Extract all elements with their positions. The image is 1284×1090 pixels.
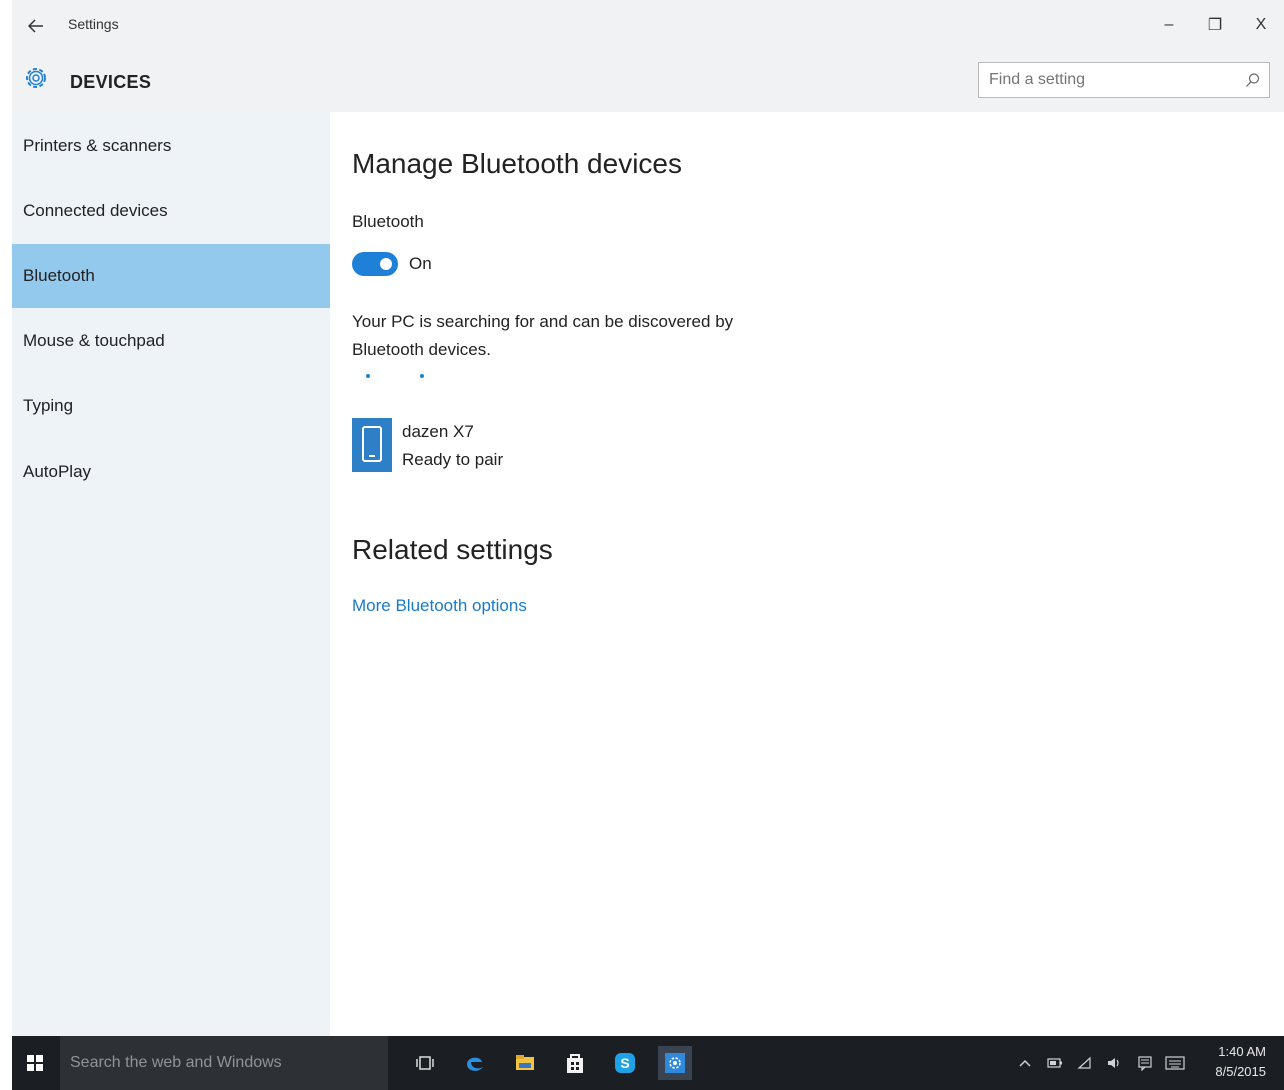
start-button[interactable] bbox=[18, 1046, 52, 1080]
task-view-button[interactable] bbox=[408, 1046, 442, 1080]
wifi-icon[interactable] bbox=[1076, 1054, 1094, 1072]
device-tile bbox=[352, 418, 392, 472]
sidebar-item-typing[interactable]: Typing bbox=[12, 374, 330, 438]
file-explorer-button[interactable] bbox=[508, 1046, 542, 1080]
toggle-state-label: On bbox=[409, 254, 432, 273]
minimize-button[interactable]: – bbox=[1152, 10, 1186, 40]
bluetooth-toggle[interactable] bbox=[352, 252, 398, 276]
search-icon[interactable] bbox=[1245, 72, 1261, 88]
device-name: dazen X7 bbox=[402, 422, 474, 441]
progress-dot bbox=[366, 374, 370, 378]
battery-icon[interactable] bbox=[1046, 1054, 1064, 1072]
section-heading: Manage Bluetooth devices bbox=[352, 148, 682, 179]
close-button[interactable]: X bbox=[1244, 10, 1278, 40]
folder-icon bbox=[516, 1055, 534, 1070]
related-settings-heading: Related settings bbox=[352, 534, 553, 565]
touch-keyboard-icon[interactable] bbox=[1164, 1054, 1186, 1072]
show-hidden-icons-chevron-icon[interactable] bbox=[1016, 1054, 1034, 1072]
phone-icon bbox=[362, 426, 382, 462]
device-list-item[interactable]: dazen X7 Ready to pair bbox=[352, 416, 752, 474]
bluetooth-label: Bluetooth bbox=[352, 212, 424, 231]
edge-browser-button[interactable] bbox=[458, 1046, 492, 1080]
toggle-knob bbox=[380, 258, 392, 270]
skype-button[interactable]: S bbox=[608, 1046, 642, 1080]
taskbar: Search the web and Windows S 1:40 AM 8/5… bbox=[12, 1036, 1284, 1090]
gear-icon bbox=[26, 68, 46, 88]
back-button[interactable] bbox=[22, 12, 50, 40]
sidebar-item-connected-devices[interactable]: Connected devices bbox=[12, 179, 330, 243]
page-title: DEVICES bbox=[70, 72, 152, 92]
settings-window: Settings – ❐ X DEVICES Printers & scanne… bbox=[12, 0, 1284, 1036]
store-button[interactable] bbox=[558, 1046, 592, 1080]
sidebar: Printers & scanners Connected devices Bl… bbox=[12, 112, 330, 1036]
sidebar-item-bluetooth[interactable]: Bluetooth bbox=[12, 244, 330, 308]
back-arrow-icon bbox=[28, 19, 43, 33]
search-box[interactable] bbox=[978, 62, 1270, 98]
search-status-text: Your PC is searching for and can be disc… bbox=[352, 312, 734, 359]
search-input[interactable] bbox=[979, 63, 1239, 97]
taskbar-search-box[interactable]: Search the web and Windows bbox=[60, 1036, 388, 1090]
task-view-icon bbox=[416, 1056, 434, 1070]
clock-time[interactable]: 1:40 AM bbox=[1218, 1044, 1266, 1059]
settings-gear-icon bbox=[665, 1053, 685, 1073]
windows-logo-icon bbox=[27, 1055, 43, 1071]
action-center-icon[interactable] bbox=[1136, 1054, 1154, 1072]
more-bluetooth-options-link[interactable]: More Bluetooth options bbox=[352, 596, 527, 616]
skype-icon: S bbox=[615, 1053, 635, 1073]
clock-date[interactable]: 8/5/2015 bbox=[1215, 1064, 1266, 1079]
settings-app-button[interactable] bbox=[658, 1046, 692, 1080]
maximize-button[interactable]: ❐ bbox=[1198, 10, 1232, 40]
searching-progress-indicator bbox=[366, 368, 436, 382]
page-header: DEVICES bbox=[12, 52, 1284, 112]
sidebar-item-printers-scanners[interactable]: Printers & scanners bbox=[12, 114, 330, 178]
edge-icon bbox=[467, 1057, 483, 1071]
window-title: Settings bbox=[68, 16, 119, 32]
svg-text:S: S bbox=[620, 1055, 629, 1071]
volume-icon[interactable] bbox=[1106, 1054, 1124, 1072]
device-status: Ready to pair bbox=[402, 450, 504, 469]
store-bag-icon bbox=[567, 1054, 583, 1073]
taskbar-search-placeholder: Search the web and Windows bbox=[70, 1054, 282, 1071]
title-bar: Settings – ❐ X bbox=[12, 0, 1284, 52]
sidebar-item-autoplay[interactable]: AutoPlay bbox=[12, 440, 330, 504]
sidebar-item-mouse-touchpad[interactable]: Mouse & touchpad bbox=[12, 309, 330, 373]
progress-dot bbox=[420, 374, 424, 378]
